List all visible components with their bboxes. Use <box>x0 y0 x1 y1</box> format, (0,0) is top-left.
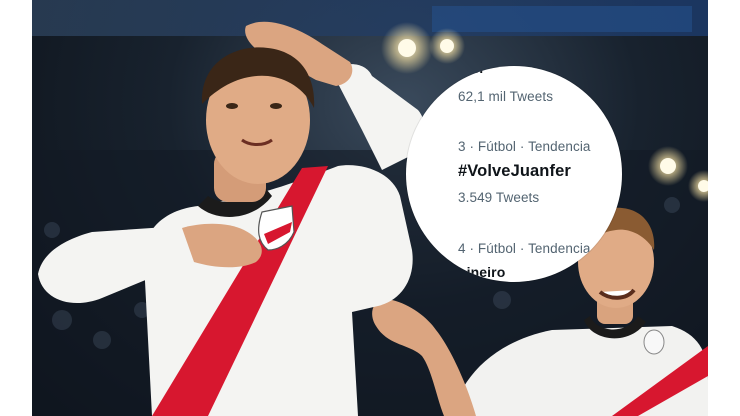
trend-item-4-partial-name: oineiro <box>458 264 506 280</box>
trend-item-3-meta: 3 · Fútbol · Tendencia <box>458 139 591 154</box>
twitter-trends-callout: nan 62,1 mil Tweets 3 · Fútbol · Tendenc… <box>406 66 622 282</box>
trend-item-3-count: 3.549 Tweets <box>458 190 540 205</box>
trend-partial-name: nan <box>458 66 484 76</box>
trend-tweet-count: 62,1 mil Tweets <box>458 89 554 104</box>
image-frame: nan 62,1 mil Tweets 3 · Fútbol · Tendenc… <box>0 0 740 416</box>
trend-item-3-hashtag[interactable]: #VolveJuanfer <box>458 162 571 181</box>
trend-item-4-meta: 4 · Fútbol · Tendencia <box>458 241 591 256</box>
